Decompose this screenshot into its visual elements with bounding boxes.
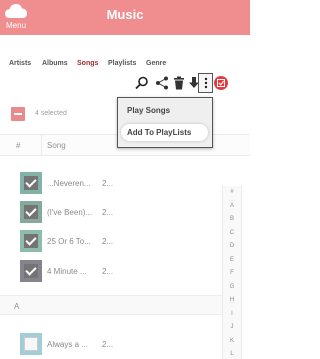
more-vertical-icon — [199, 76, 212, 90]
menu-item-add-to-playlists[interactable]: Add To PlayLists — [121, 124, 208, 141]
tab-songs[interactable]: Songs — [77, 60, 98, 67]
tab-playlists[interactable]: Playlists — [108, 60, 136, 67]
tab-genre[interactable]: Genre — [146, 60, 166, 67]
more-options-button[interactable] — [198, 73, 213, 93]
menu-label: Menu — [6, 21, 27, 30]
options-popup-menu: Play Songs Add To PlayLists — [117, 97, 213, 148]
menu-item-label: Add To PlayLists — [127, 128, 192, 137]
delete-icon[interactable] — [172, 76, 186, 90]
search-icon[interactable] — [135, 76, 149, 90]
page-title: Music — [106, 7, 144, 22]
check-circle-icon[interactable] — [214, 76, 228, 90]
menu-item-play-songs[interactable]: Play Songs — [127, 106, 170, 115]
tab-artists[interactable]: Artists — [9, 60, 31, 67]
share-icon[interactable] — [155, 76, 169, 90]
modal-scrim[interactable] — [0, 0, 250, 359]
tab-albums[interactable]: Albums — [42, 60, 68, 67]
